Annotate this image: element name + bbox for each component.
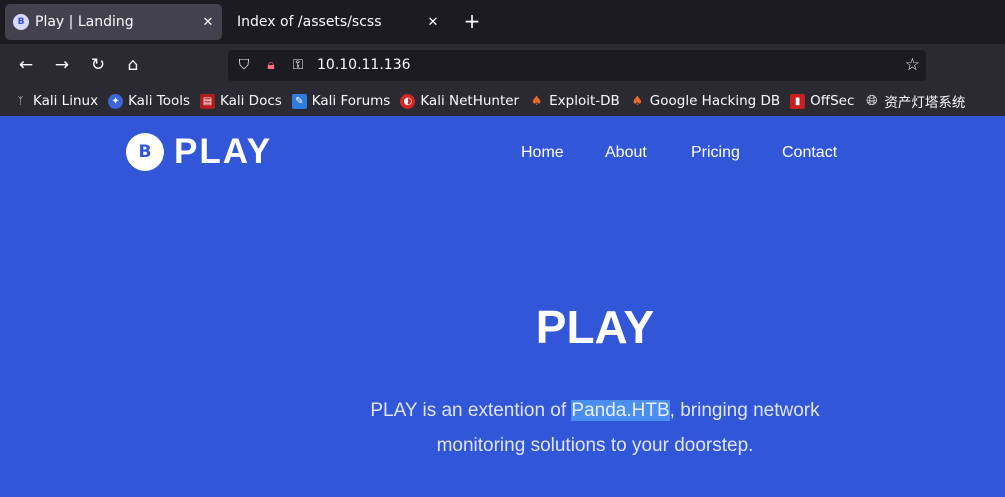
bookmark-kali-linux[interactable]: ᛉ Kali Linux xyxy=(13,93,99,109)
reload-icon[interactable]: ↻ xyxy=(87,54,109,76)
globe-icon: 🌐︎ xyxy=(866,93,878,109)
new-tab-icon[interactable]: + xyxy=(462,11,482,31)
forward-icon[interactable]: → xyxy=(51,54,73,76)
hero-text-start: PLAY is an extention of xyxy=(370,400,572,421)
nav-pricing[interactable]: Pricing xyxy=(691,144,740,162)
close-tab-icon[interactable]: ✕ xyxy=(198,15,218,30)
exploit-db-icon: ♠ xyxy=(530,93,543,109)
back-icon[interactable]: ← xyxy=(15,54,37,76)
kali-nethunter-icon: ◐ xyxy=(400,93,416,109)
tab-title: Play | Landing xyxy=(35,14,134,30)
permissions-icon[interactable]: ⚿ xyxy=(289,56,307,74)
bookmarks-toolbar: ᛉ Kali Linux ✦ Kali Tools ▤ Kali Docs ✎ Kali… xyxy=(0,86,1005,116)
bootstrap-logo-icon: B xyxy=(126,133,164,171)
tab-play-landing[interactable]: B Play | Landing ✕ xyxy=(5,4,222,40)
url-text[interactable]: 10.10.11.136 xyxy=(317,57,411,73)
hero-title: PLAY xyxy=(535,301,655,353)
selected-text-panda-htb[interactable]: Panda.HTB xyxy=(571,400,670,421)
bookmark-exploit-db[interactable]: ♠ Exploit-DB xyxy=(529,93,620,109)
kali-forums-icon: ✎ xyxy=(291,93,307,109)
bookmark-google-hacking-db[interactable]: ♠ Google Hacking DB xyxy=(630,93,780,109)
nav-contact[interactable]: Contact xyxy=(782,144,837,162)
kali-docs-icon: ▤ xyxy=(200,93,215,109)
offsec-icon: ▮ xyxy=(790,93,806,109)
tab-title: Index of /assets/scss xyxy=(237,14,382,30)
bookmark-star-icon[interactable]: ☆ xyxy=(905,55,920,75)
site-logo[interactable]: B PLAY xyxy=(126,132,272,172)
hero-text: PLAY is an extention of Panda.HTB, bring… xyxy=(330,393,860,463)
nav-home[interactable]: Home xyxy=(521,144,564,162)
bookmark-kali-forums[interactable]: ✎ Kali Forums xyxy=(291,93,390,109)
ghdb-icon: ♠ xyxy=(631,93,644,109)
nav-about[interactable]: About xyxy=(605,144,647,162)
bookmark-asset-lighthouse[interactable]: 🌐︎ 资产灯塔系统 xyxy=(864,91,965,111)
address-bar[interactable]: ⛉ 🔒︎ ⚿ 10.10.11.136 ☆ xyxy=(228,50,926,81)
bookmark-offsec[interactable]: ▮ OffSec xyxy=(790,93,854,109)
bookmark-kali-docs[interactable]: ▤ Kali Docs xyxy=(200,93,282,109)
web-page: B PLAY Home About Pricing Contact PLAY P… xyxy=(0,116,1005,497)
logo-text: PLAY xyxy=(174,132,273,171)
tab-index-scss[interactable]: Index of /assets/scss ✕ xyxy=(229,4,447,40)
tab-bar: B Play | Landing ✕ Index of /assets/scss… xyxy=(0,0,1005,44)
kali-tools-icon: ✦ xyxy=(108,93,124,109)
bootstrap-favicon-icon: B xyxy=(13,14,29,30)
shield-icon[interactable]: ⛉ xyxy=(235,56,253,74)
close-tab-icon[interactable]: ✕ xyxy=(423,15,443,30)
home-icon[interactable]: ⌂ xyxy=(122,54,144,76)
kali-dragon-icon: ᛉ xyxy=(17,95,24,107)
bookmark-kali-nethunter[interactable]: ◐ Kali NetHunter xyxy=(400,93,519,109)
insecure-lock-icon[interactable]: 🔒︎ xyxy=(262,56,280,74)
bookmark-kali-tools[interactable]: ✦ Kali Tools xyxy=(108,93,190,109)
